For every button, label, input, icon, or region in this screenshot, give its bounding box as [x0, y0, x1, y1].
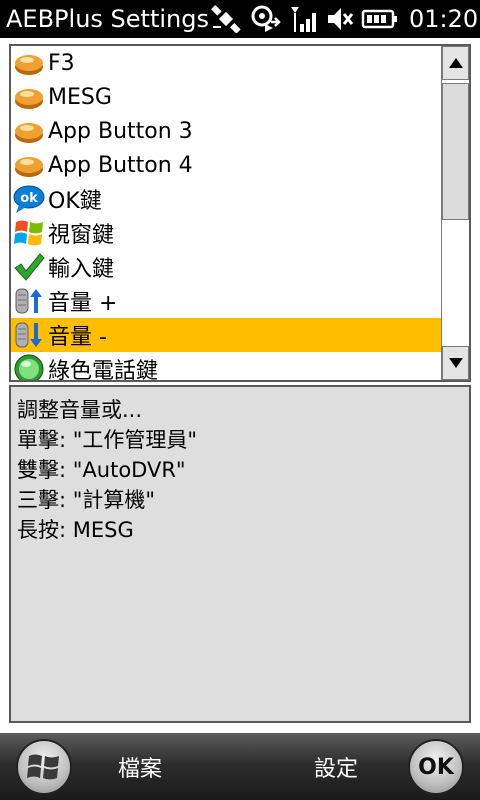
volume-down-icon: [13, 319, 45, 351]
volume-up-icon: [13, 285, 45, 317]
list-item-label: 視窗鍵: [48, 223, 115, 248]
scroll-up-button[interactable]: [442, 46, 469, 80]
scrollbar[interactable]: [441, 46, 469, 380]
scrollbar-thumb[interactable]: [442, 83, 469, 220]
start-button[interactable]: [16, 739, 72, 795]
description-line: 調整音量或...: [17, 398, 143, 422]
satellite-icon[interactable]: [209, 5, 243, 33]
list-item-label: App Button 4: [48, 152, 193, 178]
volume-muted-icon[interactable]: [325, 4, 355, 34]
list-item-label: MESG: [48, 84, 112, 110]
orange-button-icon: [13, 115, 45, 147]
checkmark-icon: [13, 251, 45, 283]
list-item-label: 輸入鍵: [48, 257, 115, 282]
orange-button-icon: [13, 81, 45, 113]
windows-logo-icon: [27, 754, 59, 780]
file-softkey[interactable]: 檔案: [118, 751, 162, 783]
list-item[interactable]: 音量 +: [11, 284, 443, 318]
scroll-down-button[interactable]: [442, 346, 469, 380]
settings-softkey[interactable]: 設定: [314, 751, 358, 783]
status-icons: 01:20: [209, 4, 480, 34]
windows-flag-icon: [13, 217, 45, 249]
list-item[interactable]: ok OK鍵: [11, 182, 443, 216]
description-panel: 調整音量或... 單擊: "工作管理員" 雙擊: "AutoDVR" 三擊: "…: [9, 385, 471, 723]
list-item-label: F3: [48, 50, 75, 76]
description-line: 單擊: "工作管理員": [17, 428, 198, 452]
green-phone-icon: [13, 353, 45, 380]
ok-button[interactable]: OK: [408, 739, 464, 795]
list-item[interactable]: App Button 3: [11, 114, 443, 148]
list-item[interactable]: 綠色電話鍵: [11, 352, 443, 382]
svg-text:ok: ok: [20, 191, 38, 206]
list-item[interactable]: F3: [11, 46, 443, 80]
orange-button-icon: [13, 149, 45, 181]
sync-icon[interactable]: [249, 4, 283, 34]
clock[interactable]: 01:20: [409, 5, 478, 33]
battery-icon[interactable]: [361, 7, 399, 31]
description-line: 長按: MESG: [17, 518, 134, 542]
key-list[interactable]: F3 MESG App Button 3 App Button 4 ok OK鍵視窗鍵輸入…: [9, 44, 471, 382]
menu-bar: 檔案 設定 OK: [0, 733, 480, 800]
arrow-up-icon: [448, 58, 463, 68]
list-item-label: 綠色電話鍵: [48, 359, 159, 382]
list-item[interactable]: 輸入鍵: [11, 250, 443, 284]
list-item-label: 音量 -: [48, 325, 107, 350]
window-title: AEBPlus Settings: [6, 5, 209, 33]
status-bar: AEBPlus Settings 01:20: [0, 0, 480, 38]
list-item[interactable]: App Button 4: [11, 148, 443, 182]
list-item-label: OK鍵: [48, 189, 102, 214]
description-line: 三擊: "計算機": [17, 488, 156, 512]
list-item-label: App Button 3: [48, 118, 193, 144]
key-list-items: F3 MESG App Button 3 App Button 4 ok OK鍵視窗鍵輸入…: [11, 46, 443, 382]
ok-bubble-icon: ok: [13, 183, 45, 215]
list-item[interactable]: 音量 -: [11, 318, 443, 352]
list-item-label: 音量 +: [48, 291, 118, 316]
signal-icon[interactable]: [289, 4, 319, 34]
description-line: 雙擊: "AutoDVR": [17, 458, 186, 482]
orange-button-icon: [13, 47, 45, 79]
list-item[interactable]: 視窗鍵: [11, 216, 443, 250]
list-item[interactable]: MESG: [11, 80, 443, 114]
arrow-down-icon: [448, 358, 463, 368]
